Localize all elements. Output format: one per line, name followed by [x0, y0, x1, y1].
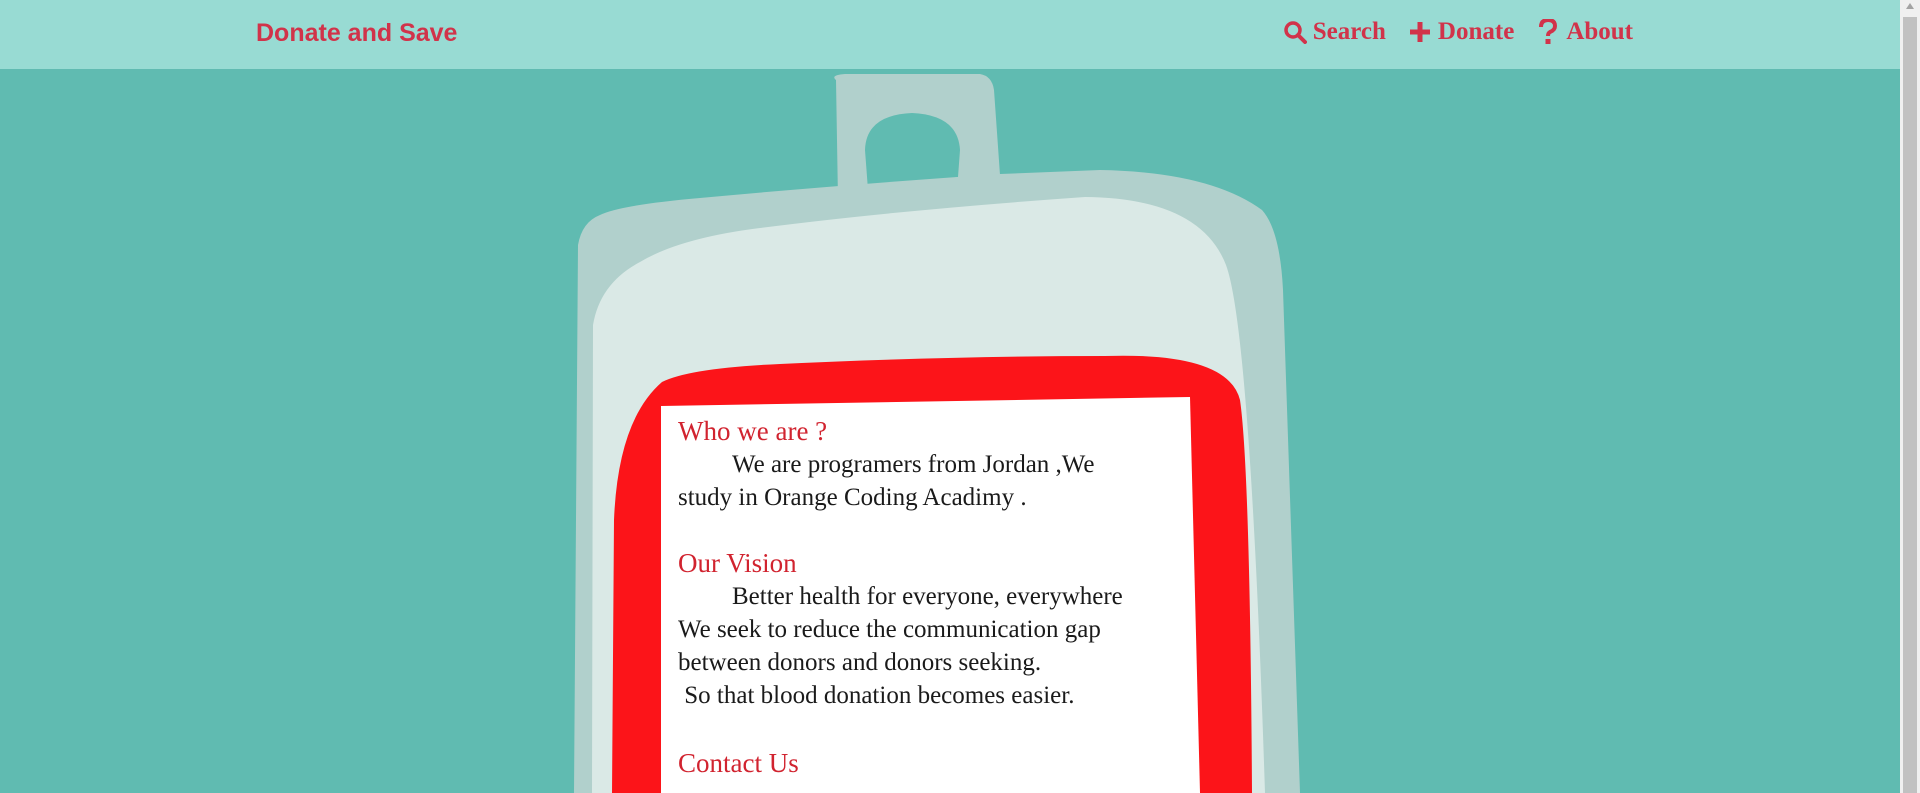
question-icon: [1536, 19, 1560, 45]
our-vision-heading: Our Vision: [678, 548, 797, 578]
who-we-are-text-line-2: study in Orange Coding Acadimy .: [678, 484, 1027, 511]
about-card: Who we are ? We are programers from Jord…: [678, 414, 1183, 780]
contact-us-heading: Contact Us: [678, 748, 799, 778]
scrollbar-thumb[interactable]: [1903, 17, 1917, 793]
nav-donate-link[interactable]: Donate: [1408, 18, 1514, 46]
nav-search-link[interactable]: Search: [1283, 18, 1386, 46]
brand-logo[interactable]: Donate and Save: [256, 19, 457, 48]
nav-about-label: About: [1566, 18, 1633, 45]
search-icon: [1283, 19, 1307, 45]
scroll-up-arrow-icon[interactable]: [1906, 3, 1914, 9]
plus-icon: [1408, 19, 1432, 45]
nav-about-link[interactable]: About: [1536, 18, 1633, 46]
vision-text-line-2: We seek to reduce the communication gap: [678, 616, 1101, 643]
vision-text-line-4: So that blood donation becomes easier.: [678, 682, 1075, 709]
vision-text-line-1: Better health for everyone, everywhere: [732, 583, 1123, 610]
nav-links: Search Donate About: [1283, 18, 1633, 46]
nav-search-label: Search: [1312, 18, 1386, 45]
who-we-are-heading: Who we are ?: [678, 416, 828, 446]
nav-donate-label: Donate: [1437, 18, 1515, 45]
vision-text-line-3: between donors and donors seeking.: [678, 649, 1042, 676]
top-navbar: Donate and Save Search Donate About: [0, 0, 1900, 69]
who-we-are-text-line-1: We are programers from Jordan ,We: [732, 451, 1095, 478]
vertical-scrollbar[interactable]: [1900, 0, 1920, 793]
